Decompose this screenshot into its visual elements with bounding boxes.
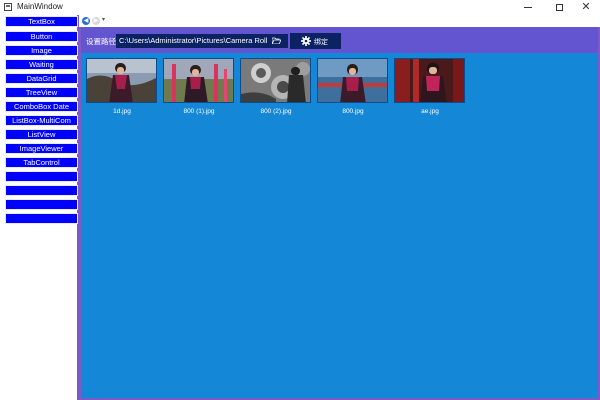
thumbnail-image: [317, 58, 388, 103]
back-arrow-icon[interactable]: ◀: [82, 17, 90, 25]
thumbnail-filename: 1d.jpg: [113, 108, 131, 115]
sidebar-item-image[interactable]: Image: [5, 45, 78, 56]
thumbnail-image: [86, 58, 157, 103]
gear-icon: [301, 36, 311, 46]
sidebar-item-combobox-date[interactable]: ComboBox Date: [5, 101, 78, 112]
sidebar-item-listbox-multicom[interactable]: ListBox-MultiCom: [5, 115, 78, 126]
thumbnail-image: [394, 58, 465, 103]
close-icon: ✕: [581, 1, 591, 13]
sidebar-item-datagrid[interactable]: DataGrid: [5, 73, 78, 84]
path-input[interactable]: C:\Users\Administrator\Pictures\Camera R…: [116, 34, 288, 48]
sidebar-item-waiting[interactable]: Waiting: [5, 59, 78, 70]
sidebar-item-13[interactable]: [5, 185, 78, 196]
sidebar-item-imageviewer[interactable]: ImageViewer: [5, 143, 78, 154]
minimize-button[interactable]: [514, 0, 542, 15]
content-area: 设置路径 C:\Users\Administrator\Pictures\Cam…: [79, 27, 600, 400]
window-title: MainWindow: [17, 2, 63, 11]
thumbnail-filename: 800 (2).jpg: [260, 108, 292, 115]
thumbnail-image: [240, 58, 311, 103]
path-label: 设置路径: [86, 37, 116, 46]
sidebar-item-15[interactable]: [5, 213, 78, 224]
title-bar: MainWindow ✕: [0, 0, 600, 16]
sidebar-item-14[interactable]: [5, 199, 78, 210]
toolbar: 设置路径 C:\Users\Administrator\Pictures\Cam…: [81, 27, 598, 53]
sidebar-item-treeview[interactable]: TreeView: [5, 87, 78, 98]
sidebar-item-button[interactable]: Button: [5, 31, 78, 42]
forward-arrow-icon[interactable]: ▶: [92, 17, 100, 25]
folder-open-icon[interactable]: [272, 37, 281, 44]
sidebar-item-tabcontrol[interactable]: TabControl: [5, 157, 78, 168]
bind-button-label: 绑定: [314, 39, 328, 46]
chevron-down-icon[interactable]: ▾: [102, 16, 105, 23]
sidebar: TextBox Button Image Waiting DataGrid Tr…: [0, 15, 79, 400]
thumbnail-image: [163, 58, 234, 103]
sidebar-item-listview[interactable]: ListView: [5, 129, 78, 140]
minimize-icon: [524, 7, 532, 8]
sidebar-item-textbox[interactable]: TextBox: [5, 16, 78, 27]
maximize-button[interactable]: [545, 0, 573, 15]
maximize-icon: [555, 4, 563, 11]
sidebar-item-12[interactable]: [5, 171, 78, 182]
thumbnail-filename: 800.jpg: [342, 108, 364, 115]
thumbnail-filename: 800 (1).jpg: [183, 108, 215, 115]
app-icon: [4, 3, 12, 11]
bind-button[interactable]: 绑定: [290, 33, 341, 49]
thumbnail-filename: ae.jpg: [421, 108, 439, 115]
close-button[interactable]: ✕: [572, 0, 600, 15]
